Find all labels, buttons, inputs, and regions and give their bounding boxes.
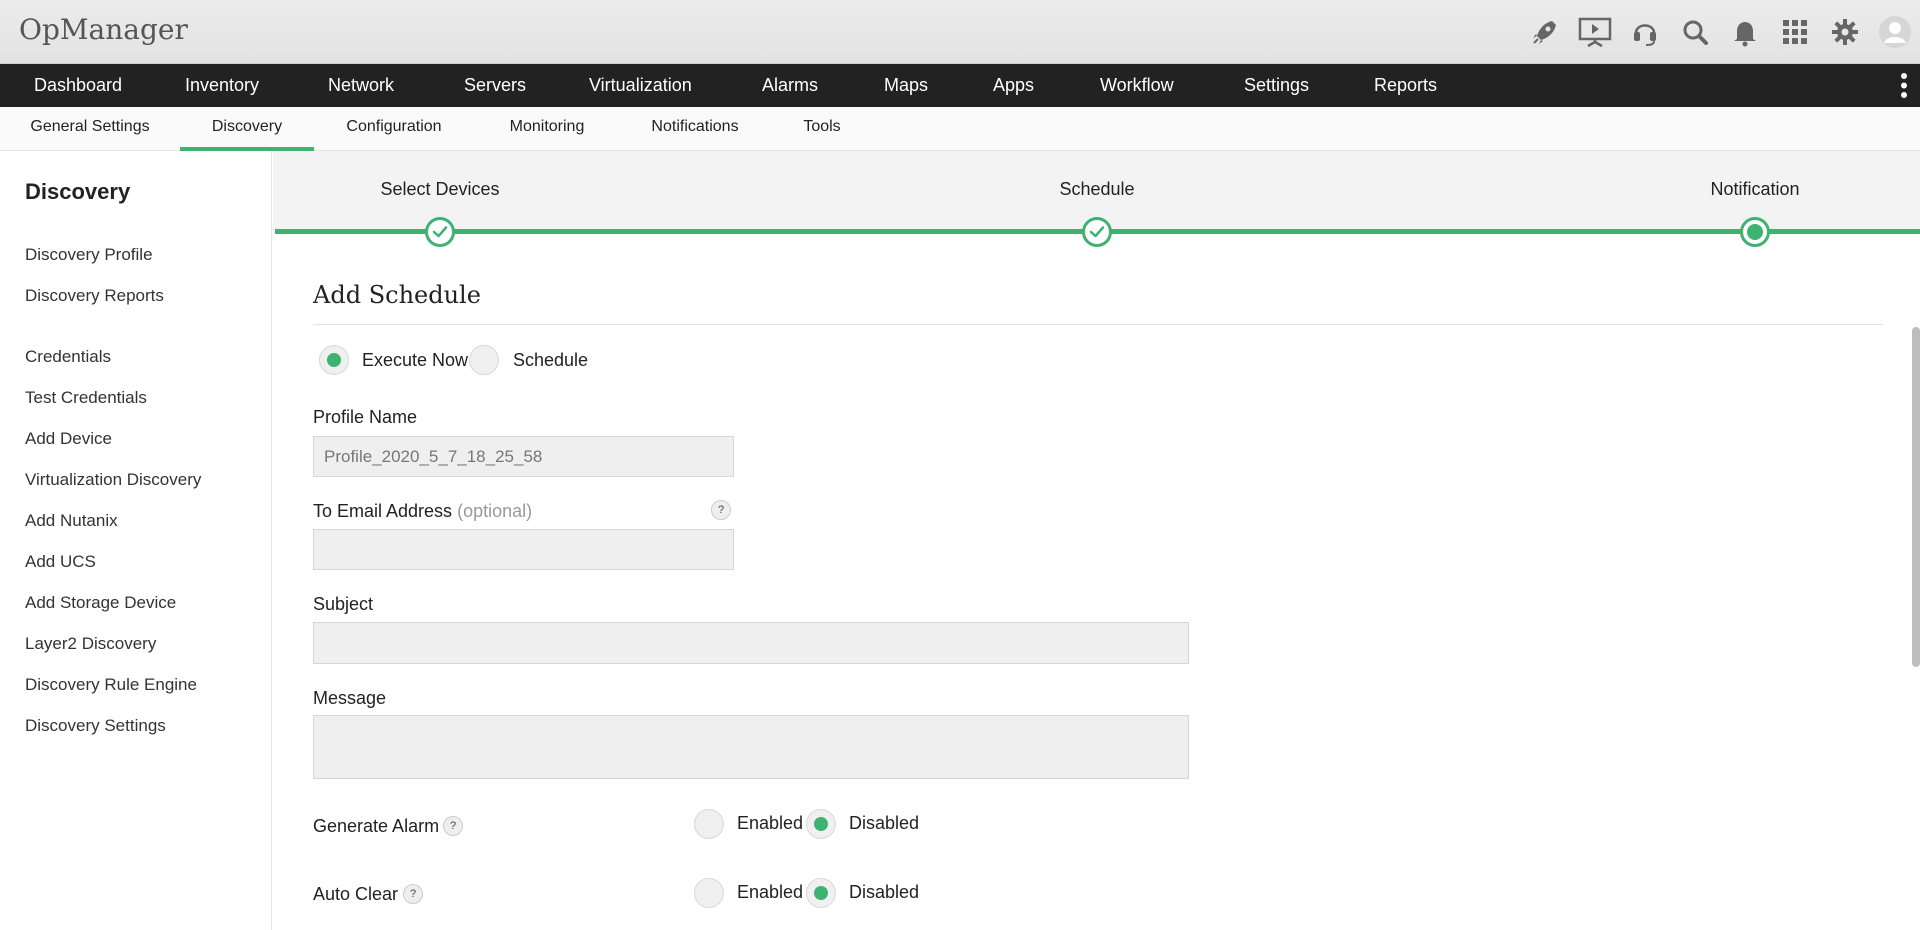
auto-clear-enabled-label[interactable]: Enabled <box>737 882 803 903</box>
gear-icon[interactable] <box>1820 0 1870 64</box>
headset-icon[interactable] <box>1620 0 1670 64</box>
nav-virtualization[interactable]: Virtualization <box>589 64 692 107</box>
to-email-label-text: To Email Address <box>313 501 453 521</box>
form-title: Add Schedule <box>313 281 481 309</box>
tab-notifications[interactable]: Notifications <box>640 107 750 151</box>
content-panel: Select Devices Schedule Notification Add… <box>273 151 1920 930</box>
main-nav: Dashboard Inventory Network Servers Virt… <box>0 64 1920 107</box>
step-done-check-icon[interactable] <box>425 217 455 247</box>
generate-alarm-enabled-radio[interactable] <box>694 809 724 839</box>
sidebar-item-discovery-profile[interactable]: Discovery Profile <box>25 245 153 265</box>
sub-nav: General Settings Discovery Configuration… <box>0 107 1920 151</box>
step-label-schedule[interactable]: Schedule <box>987 179 1207 200</box>
app-header: OpManager <box>0 0 1920 64</box>
step-current-indicator[interactable] <box>1740 217 1770 247</box>
nav-inventory[interactable]: Inventory <box>185 64 259 107</box>
optional-hint: (optional) <box>457 501 533 521</box>
message-label: Message <box>313 688 387 708</box>
to-email-input[interactable] <box>313 529 734 570</box>
step-label-notification[interactable]: Notification <box>1645 179 1865 200</box>
bell-icon[interactable] <box>1720 0 1770 64</box>
header-icon-bar <box>1520 0 1920 64</box>
auto-clear-help-icon[interactable]: ? <box>403 884 423 904</box>
sidebar-item-add-ucs[interactable]: Add UCS <box>25 552 96 572</box>
tab-discovery[interactable]: Discovery <box>180 107 314 151</box>
generate-alarm-disabled-radio[interactable] <box>806 809 836 839</box>
sidebar-item-test-credentials[interactable]: Test Credentials <box>25 388 147 408</box>
nav-alarms[interactable]: Alarms <box>762 64 818 107</box>
tab-general-settings[interactable]: General Settings <box>20 107 160 151</box>
radio-selected-dot <box>814 886 828 900</box>
auto-clear-enabled-radio[interactable] <box>694 878 724 908</box>
profile-name-label: Profile Name <box>313 407 418 427</box>
generate-alarm-label: Generate Alarm <box>313 816 440 836</box>
nav-servers[interactable]: Servers <box>464 64 526 107</box>
nav-reports[interactable]: Reports <box>1374 64 1437 107</box>
subject-label: Subject <box>313 594 374 614</box>
search-icon[interactable] <box>1670 0 1720 64</box>
nav-network[interactable]: Network <box>328 64 394 107</box>
app-logo[interactable]: OpManager <box>19 13 188 46</box>
step-label-select-devices[interactable]: Select Devices <box>330 179 550 200</box>
sidebar-item-layer2-discovery[interactable]: Layer2 Discovery <box>25 634 156 654</box>
nav-workflow[interactable]: Workflow <box>1100 64 1174 107</box>
radio-selected-dot <box>327 353 341 367</box>
sidebar-item-add-device[interactable]: Add Device <box>25 429 112 449</box>
generate-alarm-disabled-label[interactable]: Disabled <box>849 813 919 834</box>
schedule-radio[interactable] <box>469 345 499 375</box>
profile-name-input[interactable] <box>313 436 734 477</box>
apps-grid-icon[interactable] <box>1770 0 1820 64</box>
nav-settings[interactable]: Settings <box>1244 64 1309 107</box>
step-done-check-icon[interactable] <box>1082 217 1112 247</box>
sidebar-title: Discovery <box>25 179 131 204</box>
tab-configuration[interactable]: Configuration <box>334 107 454 151</box>
tab-monitoring[interactable]: Monitoring <box>494 107 600 151</box>
sidebar-item-virtualization-discovery[interactable]: Virtualization Discovery <box>25 470 201 490</box>
sidebar-item-credentials[interactable]: Credentials <box>25 347 111 367</box>
execute-now-radio[interactable] <box>319 345 349 375</box>
nav-dashboard[interactable]: Dashboard <box>34 64 122 107</box>
tab-tools[interactable]: Tools <box>792 107 852 151</box>
to-email-label: To Email Address (optional) <box>313 501 532 522</box>
sidebar-item-discovery-rule-engine[interactable]: Discovery Rule Engine <box>25 675 197 695</box>
execute-now-label[interactable]: Execute Now <box>362 350 468 371</box>
subject-input[interactable] <box>313 622 1189 664</box>
auto-clear-label: Auto Clear <box>313 884 399 904</box>
nav-maps[interactable]: Maps <box>884 64 928 107</box>
schedule-label[interactable]: Schedule <box>513 350 588 371</box>
radio-selected-dot <box>814 817 828 831</box>
sidebar-item-add-storage-device[interactable]: Add Storage Device <box>25 593 176 613</box>
auto-clear-disabled-label[interactable]: Disabled <box>849 882 919 903</box>
generate-alarm-enabled-label[interactable]: Enabled <box>737 813 803 834</box>
rocket-icon[interactable] <box>1520 0 1570 64</box>
auto-clear-disabled-radio[interactable] <box>806 878 836 908</box>
email-help-icon[interactable]: ? <box>711 500 731 520</box>
title-divider <box>313 324 1883 325</box>
sidebar-item-discovery-settings[interactable]: Discovery Settings <box>25 716 166 736</box>
generate-alarm-help-icon[interactable]: ? <box>443 816 463 836</box>
sidebar: Discovery Discovery Profile Discovery Re… <box>0 151 272 930</box>
user-avatar-icon[interactable] <box>1870 0 1920 64</box>
presentation-icon[interactable] <box>1570 0 1620 64</box>
sidebar-item-discovery-reports[interactable]: Discovery Reports <box>25 286 164 306</box>
more-menu-icon[interactable] <box>1900 72 1908 99</box>
message-textarea[interactable] <box>313 715 1189 779</box>
content-scrollbar[interactable] <box>1912 327 1920 667</box>
sidebar-item-add-nutanix[interactable]: Add Nutanix <box>25 511 118 531</box>
nav-apps[interactable]: Apps <box>993 64 1034 107</box>
step-current-dot <box>1747 224 1763 240</box>
